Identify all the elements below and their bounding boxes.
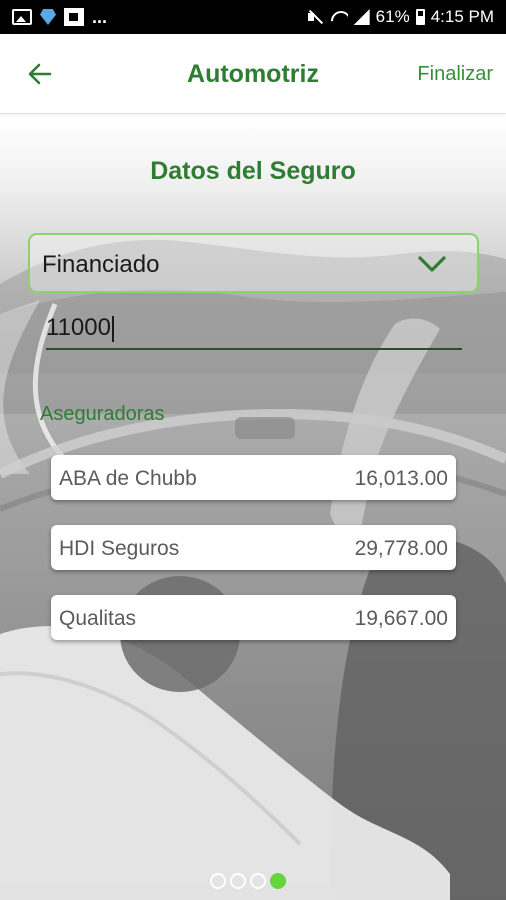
chevron-down-icon <box>418 256 446 272</box>
gem-icon <box>40 9 56 25</box>
insurer-card-qualitas[interactable]: Qualitas 19,667.00 <box>51 595 456 640</box>
insurer-price: 16,013.00 <box>354 467 448 490</box>
insurer-name: ABA de Chubb <box>59 467 197 490</box>
page-indicator <box>210 873 286 889</box>
page-dot-1[interactable] <box>210 873 226 889</box>
text-cursor <box>111 315 114 342</box>
mute-icon <box>306 9 324 25</box>
amount-value-wrap: 11000 <box>46 314 114 342</box>
plan-type-value: Financiado <box>42 251 160 278</box>
clock: 4:15 PM <box>430 7 494 26</box>
flipboard-icon <box>64 8 84 26</box>
finish-button[interactable]: Finalizar <box>417 63 493 86</box>
battery-percent: 61% <box>375 7 410 26</box>
amount-value: 11000 <box>46 314 111 341</box>
insurer-card-aba[interactable]: ABA de Chubb 16,013.00 <box>51 455 456 500</box>
insurer-card-hdi[interactable]: HDI Seguros 29,778.00 <box>51 525 456 570</box>
insurer-price: 29,778.00 <box>354 537 448 560</box>
signal-icon <box>353 9 370 25</box>
notification-overflow: ... <box>92 7 108 27</box>
status-bar: ... 61% 4:15 PM <box>0 0 506 34</box>
page-dot-3[interactable] <box>250 873 266 889</box>
page-dot-2[interactable] <box>230 873 246 889</box>
wifi-icon <box>330 9 348 25</box>
battery-icon <box>415 9 425 25</box>
insurer-name: HDI Seguros <box>59 537 180 560</box>
amount-input[interactable]: 11000 <box>46 310 462 350</box>
page-dot-4-active[interactable] <box>270 873 286 889</box>
app-bar: Automotriz Finalizar <box>0 34 506 114</box>
plan-type-dropdown[interactable]: Financiado <box>28 233 479 293</box>
section-title: Datos del Seguro <box>150 157 356 185</box>
insurer-name: Qualitas <box>59 607 137 630</box>
insurers-label: Aseguradoras <box>40 403 165 425</box>
background-photo <box>0 114 506 900</box>
insurer-price: 19,667.00 <box>354 607 448 630</box>
image-icon <box>12 9 32 25</box>
